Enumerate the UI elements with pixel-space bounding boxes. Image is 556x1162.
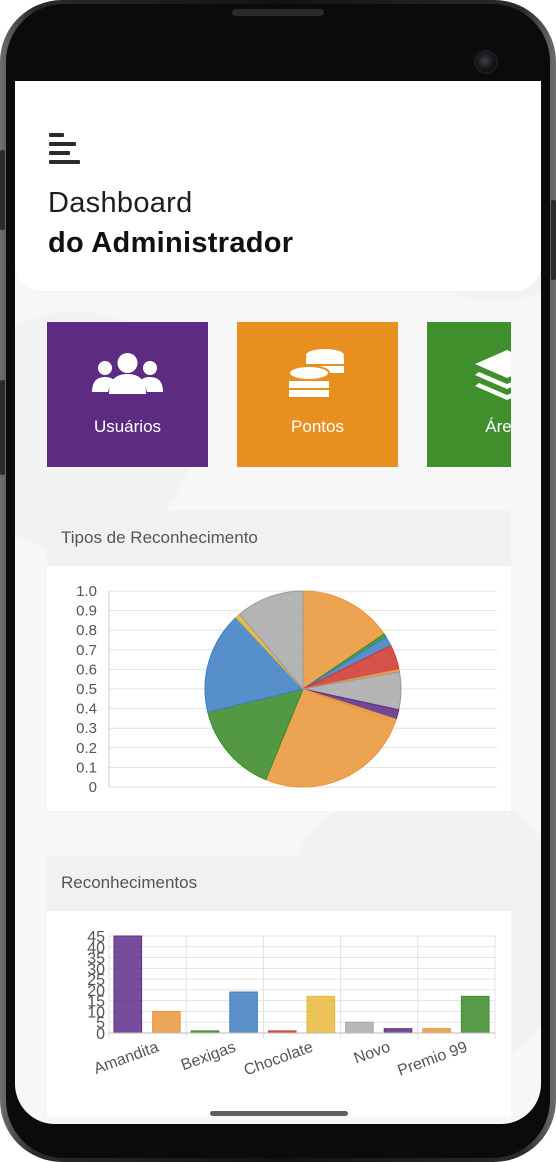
bar <box>229 991 258 1034</box>
bar <box>306 995 336 1034</box>
layers-icon <box>475 350 511 400</box>
tile-label: Áreas <box>485 417 511 436</box>
x-tick-label: Novo <box>352 1039 393 1068</box>
x-tick-label: Bexigas <box>179 1039 238 1074</box>
x-tick-label: Chocolate <box>242 1039 316 1080</box>
card-title: Reconhecimentos <box>47 856 511 911</box>
y-tick-label: 0 <box>96 1026 105 1043</box>
tile-areas[interactable]: Áreas <box>427 322 511 467</box>
page-title-line2: do Administrador <box>48 227 294 259</box>
side-button <box>0 380 5 475</box>
y-tick-label: 0.4 <box>76 701 97 718</box>
speaker <box>232 9 324 16</box>
y-tick-label: 0 <box>89 779 97 796</box>
page-title-line1: Dashboard <box>48 187 193 219</box>
app-screen: Dashboard do Administrador Usuários Pont… <box>15 81 541 1124</box>
bar-chart: 454035302520151050Amandita Bexigas Chocola… <box>87 929 496 1080</box>
tile-pontos[interactable]: Pontos <box>237 322 398 467</box>
bar <box>345 1021 374 1034</box>
y-tick-label: 0.8 <box>76 622 97 639</box>
y-tick-label: 0.7 <box>76 642 97 659</box>
bar <box>460 995 490 1034</box>
volume-button <box>0 150 5 230</box>
bar-chart-card: Reconhecimentos 45 40 35 30 25 20 15 10 5 0 Amandi… <box>47 856 511 1116</box>
y-tick-label: 0.1 <box>76 759 97 776</box>
front-camera <box>474 50 498 74</box>
tile-usuarios[interactable]: Usuários <box>47 322 208 467</box>
shortcut-tiles: Usuários Pontos Áreas <box>47 322 511 468</box>
pie-chart-area: 1.0 0.9 0.8 0.7 0.6 0.5 0.4 0.3 0.2 0.1 0 <box>47 566 511 816</box>
power-button <box>551 200 556 280</box>
y-tick-label: 0.2 <box>76 740 97 757</box>
pie-chart-card: Tipos de Reconhecimento 1.0 0.9 0.8 0.7 0.6 0… <box>47 511 511 811</box>
y-tick-label: 1.0 <box>76 583 97 600</box>
coins-icon <box>288 349 344 397</box>
hamburger-menu-icon[interactable] <box>49 133 81 165</box>
x-tick-label: Amandita <box>92 1039 161 1078</box>
card-title: Tipos de Reconhecimento <box>47 511 511 566</box>
home-indicator[interactable] <box>210 1111 348 1116</box>
phone-frame: Dashboard do Administrador Usuários Pont… <box>0 0 556 1162</box>
bar <box>422 1028 451 1034</box>
bar <box>383 1028 413 1034</box>
bar <box>152 1010 181 1034</box>
y-tick-label: 0.5 <box>76 681 97 698</box>
pie-chart: 1.0 0.9 0.8 0.7 0.6 0.5 0.4 0.3 0.2 0.1 0 <box>76 583 497 796</box>
bar <box>113 935 143 1034</box>
y-tick-label: 0.6 <box>76 661 97 678</box>
y-tick-label: 0.9 <box>76 603 97 620</box>
header: Dashboard do Administrador <box>15 81 541 291</box>
tile-label: Usuários <box>93 417 162 436</box>
tile-label: Pontos <box>291 417 344 436</box>
x-tick-label: Premio 99 <box>395 1039 469 1080</box>
users-icon <box>92 353 163 394</box>
y-tick-label: 0.3 <box>76 720 97 737</box>
bar-chart-area: 45 40 35 30 25 20 15 10 5 0 Amandita Bexigas Chocola… <box>47 911 511 1121</box>
